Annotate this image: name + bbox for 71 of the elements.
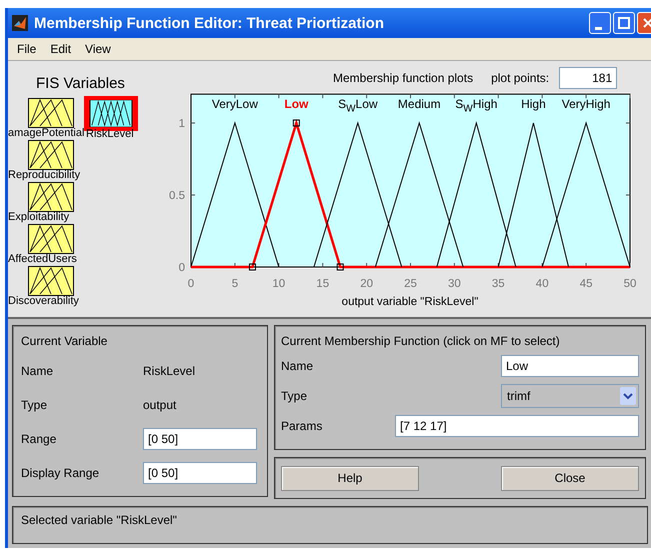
field-value: RiskLevel: [143, 364, 196, 378]
x-tick-label: 15: [316, 278, 330, 290]
y-tick-label: 0.5: [169, 190, 185, 202]
display-range-field[interactable]: [0 50]: [143, 462, 257, 484]
y-tick-label: 1: [178, 118, 185, 130]
menu-item[interactable]: Edit: [50, 42, 72, 56]
point-handle[interactable]: [292, 120, 300, 126]
maximize-icon: [618, 17, 630, 29]
membership-line[interactable]: [190, 121, 280, 268]
x-tick-label: 10: [272, 278, 286, 290]
field-label: Type: [21, 398, 48, 412]
series-label: VeryLow: [212, 97, 258, 111]
variable-item[interactable]: Reproducibility: [8, 140, 86, 182]
x-tick-label: 0: [188, 278, 194, 290]
field-value: output: [143, 398, 176, 412]
params-field[interactable]: [7 12 17]: [395, 415, 639, 437]
x-tick-label: 25: [404, 278, 417, 290]
x-tick-label: 35: [492, 278, 505, 290]
minimize-icon: [594, 26, 602, 30]
menu-item[interactable]: File: [17, 42, 36, 56]
membership-line[interactable]: [436, 121, 516, 268]
name-field[interactable]: Low: [501, 355, 639, 377]
status-message: Selected variable "RiskLevel": [21, 513, 177, 527]
field-label: Range: [21, 432, 58, 446]
section-title: FIS Variables: [36, 75, 126, 92]
field-label: Name: [21, 364, 54, 378]
x-axis-label: output variable "RiskLevel": [342, 296, 478, 308]
window-title: Membership Function Editor: Threat Priortization: [34, 14, 386, 32]
close-button[interactable]: Close: [501, 466, 639, 490]
type-dropdown[interactable]: trimf: [501, 384, 639, 408]
plot-points-label: plot points:: [491, 71, 550, 85]
series-label: S$_{W}$Low: [338, 97, 378, 116]
field-label: Display Range: [21, 466, 100, 480]
menu-item[interactable]: View: [85, 42, 111, 56]
point-handle[interactable]: [248, 264, 256, 270]
close-icon: [642, 17, 651, 29]
plot-title: Membership function plots: [333, 71, 474, 85]
variable-item[interactable]: Exploitability: [8, 182, 86, 224]
logo: [12, 15, 28, 31]
series-label: Low: [284, 97, 308, 111]
membership-line[interactable]: [313, 121, 402, 268]
x-tick-label: 50: [624, 278, 636, 290]
membership-line[interactable]: [191, 118, 630, 268]
field-label: Name: [281, 359, 314, 373]
variable-item[interactable]: Discoverability: [8, 266, 86, 308]
series-label: Medium: [398, 97, 441, 111]
variable-item[interactable]: amagePotential: [8, 98, 86, 140]
field-label: Type: [281, 389, 308, 403]
y-tick-label: 0: [178, 262, 185, 274]
plot-points-field[interactable]: 181: [559, 67, 618, 89]
x-tick-label: 45: [580, 278, 592, 290]
minimize-button[interactable]: [589, 12, 611, 34]
x-tick-label: 20: [360, 278, 373, 290]
membership-line[interactable]: [542, 121, 630, 268]
help-button[interactable]: Help: [281, 466, 419, 490]
field-label: Params: [281, 419, 322, 433]
series-label: VeryHigh: [562, 97, 610, 111]
point-handle[interactable]: [336, 264, 344, 270]
x-tick-label: 5: [232, 278, 238, 290]
panel-title: Current Membership Function (click on MF to select): [281, 334, 561, 348]
panel-title: Current Variable: [21, 334, 108, 348]
chevron-down-icon: [620, 387, 636, 405]
membership-line[interactable]: [498, 122, 570, 268]
series-label: S$_{W}$High: [455, 97, 498, 116]
maximize-button[interactable]: [613, 12, 635, 34]
series-label: High: [521, 97, 546, 111]
membership-line[interactable]: [374, 121, 464, 268]
x-tick-label: 40: [536, 278, 549, 290]
range-field[interactable]: [0 50]: [143, 428, 257, 450]
variable-item[interactable]: AffectedUsers: [8, 224, 86, 266]
x-tick-label: 30: [448, 278, 461, 290]
